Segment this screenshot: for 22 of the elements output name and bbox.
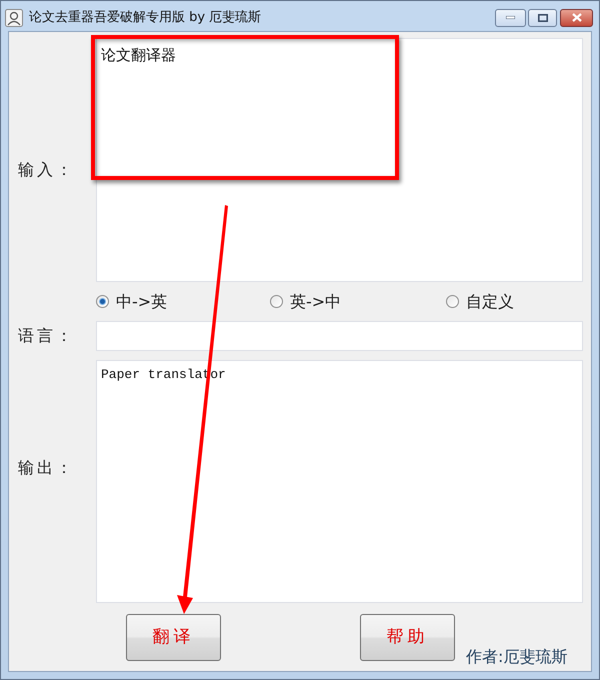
maximize-icon xyxy=(538,14,548,22)
app-icon xyxy=(5,8,23,26)
translate-button[interactable]: 翻译 xyxy=(126,614,221,661)
language-field[interactable] xyxy=(96,321,583,351)
close-icon xyxy=(572,13,582,22)
window-title: 论文去重器吾爱破解专用版 by 厄斐琉斯 xyxy=(29,8,262,27)
output-label: 输出： xyxy=(18,458,75,477)
radio-button-icon[interactable] xyxy=(96,295,109,308)
help-button[interactable]: 帮助 xyxy=(360,614,455,661)
radio-button-icon[interactable] xyxy=(270,295,283,308)
minimize-button[interactable] xyxy=(495,8,526,26)
radio-button-icon[interactable] xyxy=(446,295,459,308)
author-text: 作者:厄斐琉斯 xyxy=(466,646,568,668)
radio-label[interactable]: 自定义 xyxy=(466,294,514,310)
input-label: 输入： xyxy=(18,160,75,179)
language-label: 语言： xyxy=(18,326,75,345)
radio-label[interactable]: 中->英 xyxy=(116,294,168,310)
close-button[interactable] xyxy=(560,8,593,26)
input-textarea[interactable]: 论文翻译器 xyxy=(96,38,583,282)
minimize-icon xyxy=(506,16,515,19)
radio-label[interactable]: 英->中 xyxy=(290,294,342,310)
maximize-button[interactable] xyxy=(528,8,557,26)
